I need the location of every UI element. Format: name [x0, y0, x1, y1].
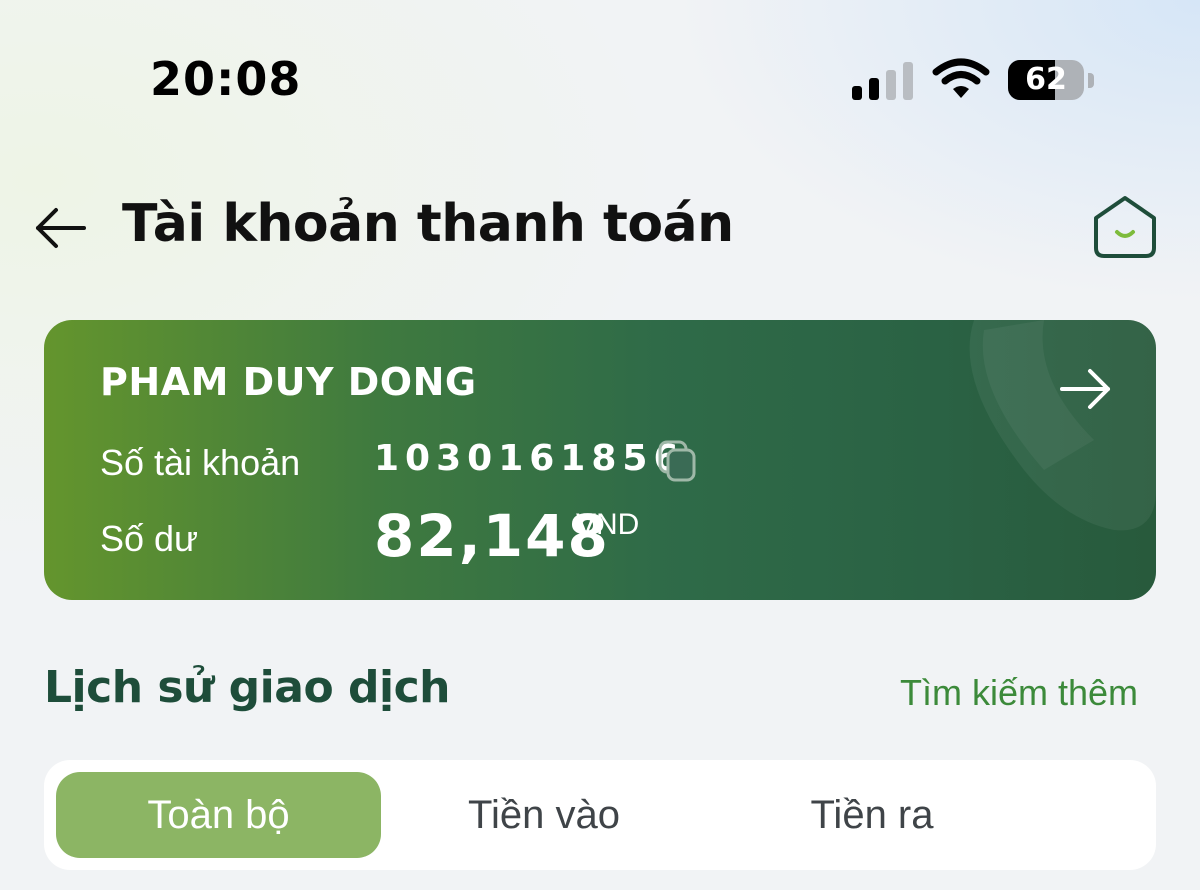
signal-bar — [869, 78, 879, 100]
home-icon — [1094, 196, 1156, 258]
copy-icon — [658, 440, 696, 482]
signal-bar — [903, 62, 913, 100]
account-card[interactable]: PHAM DUY DONG Số tài khoản 1030161856 Số… — [44, 320, 1156, 600]
currency-label: VND — [576, 508, 640, 541]
cellular-signal-icon — [852, 60, 914, 100]
balance-label: Số dư — [100, 518, 199, 559]
status-time: 20:08 — [150, 52, 302, 106]
battery-tip — [1088, 73, 1094, 88]
account-number: 1030161856 — [374, 438, 685, 479]
tab-money-in[interactable]: Tiền vào — [384, 772, 704, 858]
balance-value: 82,148 — [374, 502, 610, 570]
account-holder-name: PHAM DUY DONG — [100, 360, 477, 404]
transaction-history-title: Lịch sử giao dịch — [44, 662, 450, 713]
account-detail-button[interactable] — [1056, 362, 1116, 416]
page-title: Tài khoản thanh toán — [122, 194, 734, 254]
transaction-filter-tabs: Toàn bộ Tiền vào Tiền ra — [44, 760, 1156, 870]
search-more-link[interactable]: Tìm kiếm thêm — [900, 672, 1138, 714]
copy-account-number-button[interactable] — [656, 438, 700, 484]
battery-icon: 62 — [1008, 60, 1084, 100]
home-button[interactable] — [1090, 194, 1160, 260]
tab-money-out[interactable]: Tiền ra — [712, 772, 1032, 858]
tab-all[interactable]: Toàn bộ — [56, 772, 381, 858]
account-number-label: Số tài khoản — [100, 442, 301, 483]
signal-bar — [886, 70, 896, 100]
back-button[interactable] — [30, 198, 90, 258]
arrow-right-icon — [1060, 369, 1110, 409]
arrow-left-icon — [36, 208, 86, 248]
wifi-icon — [932, 58, 990, 98]
brand-watermark-icon — [969, 320, 1156, 531]
battery-percent: 62 — [1025, 62, 1067, 97]
signal-bar — [852, 86, 862, 100]
